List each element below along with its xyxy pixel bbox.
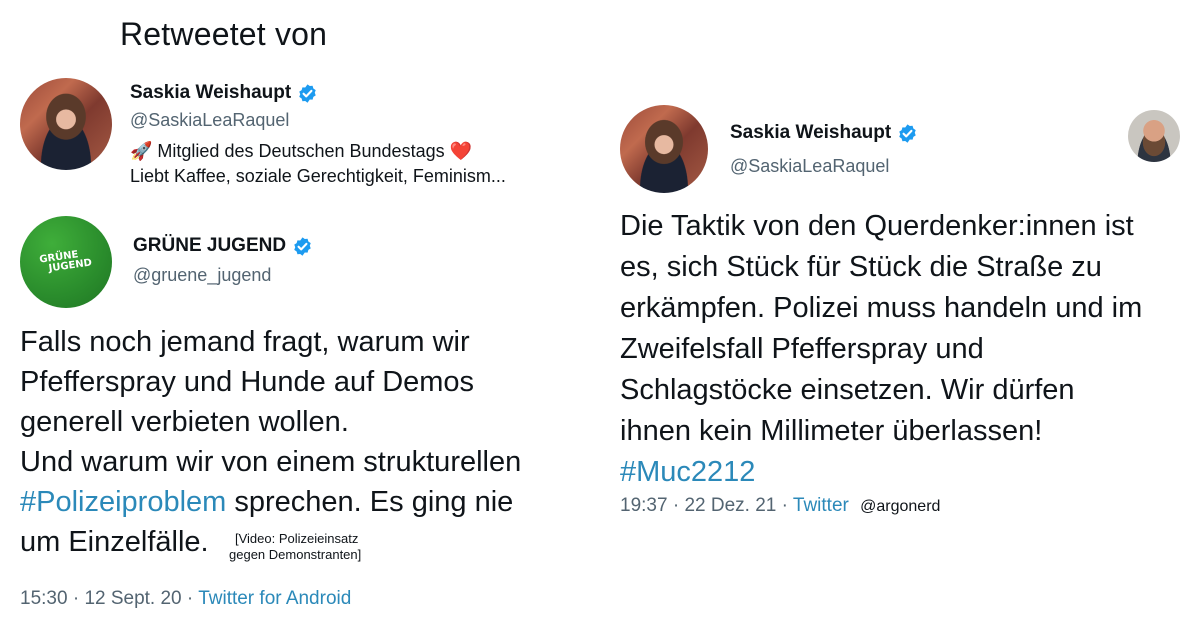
verified-badge-icon	[899, 123, 916, 143]
retweeted-by-heading: Retweetet von	[120, 16, 328, 52]
verified-badge-icon	[294, 236, 311, 256]
tweet-line: Die Taktik von den Querdenker:innen ist	[620, 210, 1134, 242]
tweet-body-left: Falls noch jemand fragt, warum wir Pfeff…	[20, 322, 595, 562]
meta-separator: ·	[667, 495, 685, 516]
tweet-meta-right: 19:37 · 22 Dez. 21 · Twitter @argonerd	[620, 495, 940, 517]
tweet-line: #Polizeiproblem sprechen. Es ging nie	[20, 482, 595, 522]
retweeter-handle[interactable]: @SaskiaLeaRaquel	[130, 110, 506, 131]
tweet-date[interactable]: 12 Sept. 20	[84, 588, 181, 609]
author-name[interactable]: GRÜNE JUGEND	[133, 235, 286, 257]
verified-badge-icon	[299, 83, 316, 103]
tweet-line: Falls noch jemand fragt, warum wir	[20, 326, 470, 358]
credit-handle: @argonerd	[860, 498, 941, 515]
caption-line-1: [Video: Polizeieinsatz	[235, 531, 359, 546]
retweeter-bio-line-1: 🚀 Mitglied des Deutschen Bundestags ❤️	[130, 141, 472, 161]
meta-separator: ·	[776, 495, 793, 516]
hashtag-link[interactable]: #Muc2212	[620, 456, 755, 488]
retweeter-name-row: Saskia Weishaupt	[130, 82, 506, 104]
author-name-right[interactable]: Saskia Weishaupt	[730, 122, 891, 144]
caption-line-2: gegen Demonstranten]	[229, 547, 362, 562]
video-caption: [Video: Polizeieinsatz gegen Demonstrant…	[229, 531, 361, 563]
author-card: GRÜNE JUGEND @gruene_jugend	[133, 235, 313, 286]
tweet-line: erkämpfen. Polizei muss handeln und im	[620, 292, 1143, 324]
tweet-line: #Muc2212	[620, 452, 1190, 493]
tweet-line: Und warum wir von einem strukturellen	[20, 446, 522, 478]
meta-separator: ·	[67, 588, 85, 609]
author-avatar-right[interactable]	[620, 105, 708, 193]
hashtag-link[interactable]: #Polizeiproblem	[20, 486, 226, 518]
tweet-line: generell verbieten wollen.	[20, 406, 349, 438]
author-handle-right[interactable]: @SaskiaLeaRaquel	[730, 156, 918, 177]
viewer-avatar[interactable]	[1128, 110, 1180, 162]
tweet-time[interactable]: 19:37	[620, 495, 668, 516]
gruene-jugend-avatar[interactable]: GRÜNE JUGEND	[20, 216, 112, 308]
tweet-body-right: Die Taktik von den Querdenker:innen ist …	[620, 206, 1190, 493]
tweet-line: Schlagstöcke einsetzen. Wir dürfen	[620, 374, 1075, 406]
meta-separator: ·	[181, 588, 199, 609]
tweet-time[interactable]: 15:30	[20, 588, 68, 609]
author-name-row: GRÜNE JUGEND	[133, 235, 313, 257]
retweeter-name[interactable]: Saskia Weishaupt	[130, 82, 291, 104]
retweeter-avatar[interactable]	[20, 78, 112, 170]
tweet-source[interactable]: Twitter for Android	[198, 588, 351, 609]
tweet-line: ihnen kein Millimeter überlassen!	[620, 415, 1043, 447]
tweet-date[interactable]: 22 Dez. 21	[684, 495, 776, 516]
tweet-line: Zweifelsfall Pfefferspray und	[620, 333, 984, 365]
tweet-line-text: sprechen. Es ging nie	[226, 486, 514, 518]
tweet-line: es, sich Stück für Stück die Straße zu	[620, 251, 1102, 283]
gruene-jugend-logo: GRÜNE JUGEND	[39, 249, 93, 276]
tweet-meta-left: 15:30 · 12 Sept. 20 · Twitter for Androi…	[20, 588, 351, 610]
tweet-line: Pfefferspray und Hunde auf Demos	[20, 366, 475, 398]
retweeter-bio-line-2: Liebt Kaffee, soziale Gerechtigkeit, Fem…	[130, 166, 506, 186]
author-card-right: Saskia Weishaupt @SaskiaLeaRaquel	[730, 122, 918, 177]
tweet-source[interactable]: Twitter	[793, 495, 849, 516]
retweeter-card: Saskia Weishaupt @SaskiaLeaRaquel 🚀 Mitg…	[130, 82, 506, 187]
author-handle[interactable]: @gruene_jugend	[133, 265, 313, 286]
author-name-row-right: Saskia Weishaupt	[730, 122, 918, 144]
